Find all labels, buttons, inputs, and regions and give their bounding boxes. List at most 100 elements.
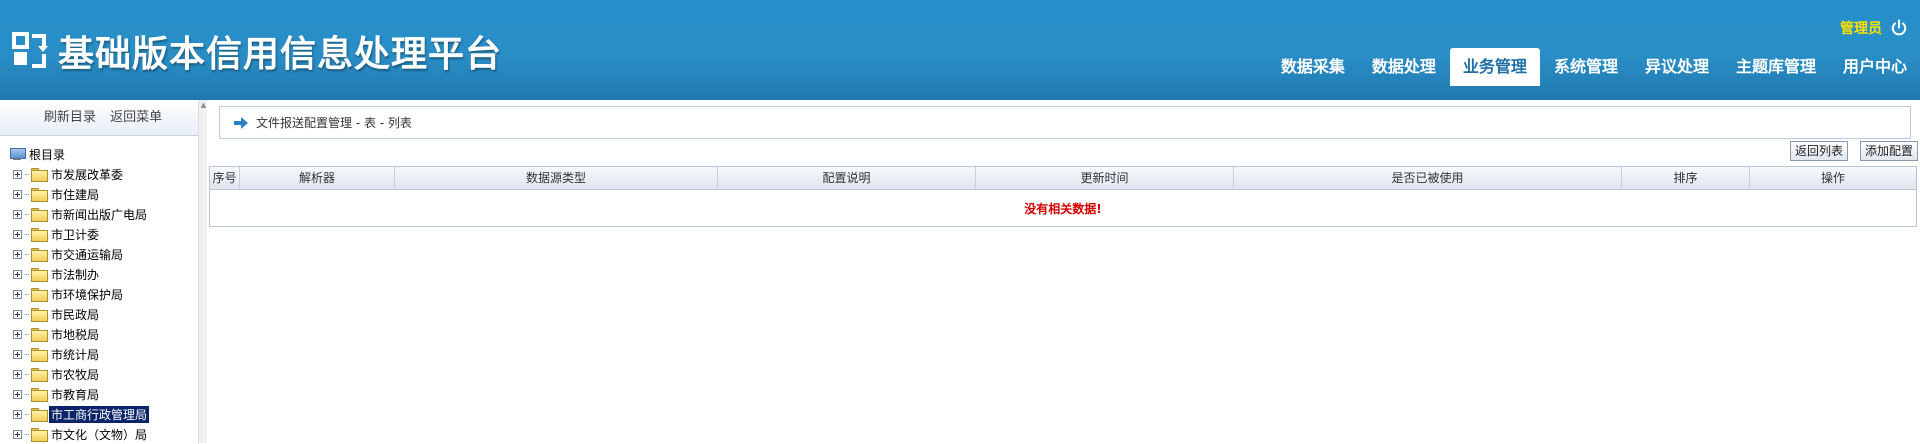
back-menu-link[interactable]: 返回菜单 xyxy=(110,110,162,125)
main-content: 文件报送配置管理 - 表 - 列表 返回列表 添加配置 序号 解析器 数据源类型… xyxy=(207,100,1920,443)
expand-icon[interactable] xyxy=(13,209,22,219)
column-header-description[interactable]: 配置说明 xyxy=(718,167,976,189)
tree-item-label: 市农牧局 xyxy=(51,367,100,382)
tree-connector xyxy=(25,253,29,255)
tree-item-label: 市法制办 xyxy=(51,267,100,282)
folder-icon xyxy=(31,188,48,202)
tree-connector xyxy=(25,333,29,335)
folder-icon xyxy=(31,308,48,322)
arrow-right-icon xyxy=(234,116,248,129)
tree-item[interactable]: 市环境保护局 xyxy=(0,284,196,304)
column-header-updated-time[interactable]: 更新时间 xyxy=(976,167,1234,189)
tree-item[interactable]: 市住建局 xyxy=(0,184,196,204)
expand-icon[interactable] xyxy=(13,189,22,199)
tree-connector xyxy=(25,233,29,235)
nav-data-processing[interactable]: 数据处理 xyxy=(1359,48,1449,86)
tree-item-label: 市卫计委 xyxy=(51,227,100,242)
sidebar-scrollbar[interactable]: ▲ xyxy=(198,100,207,443)
org-tree: 根目录 市发展改革委 市住建局 市新闻出版广电局 市卫计委 市交通运输局 市法制… xyxy=(0,144,196,444)
expand-icon[interactable] xyxy=(13,349,22,359)
sidebar: 刷新目录 返回菜单 根目录 市发展改革委 市住建局 市新闻出版广电局 市卫计委 … xyxy=(0,100,207,443)
expand-icon[interactable] xyxy=(13,229,22,239)
tree-item-label: 市发展改革委 xyxy=(51,167,124,182)
tree-item-label: 市新闻出版广电局 xyxy=(51,207,148,222)
tree-item[interactable]: 市文化（文物）局 xyxy=(0,424,196,444)
breadcrumb: 文件报送配置管理 - 表 - 列表 xyxy=(219,106,1911,139)
tree-item[interactable]: 市新闻出版广电局 xyxy=(0,204,196,224)
tree-item[interactable]: 市发展改革委 xyxy=(0,164,196,184)
expand-icon[interactable] xyxy=(13,269,22,279)
table-toolbar: 返回列表 添加配置 xyxy=(1789,141,1918,161)
nav-data-collection[interactable]: 数据采集 xyxy=(1268,48,1358,86)
tree-connector xyxy=(25,213,29,215)
nav-system-management[interactable]: 系统管理 xyxy=(1541,48,1631,86)
column-header-source-type[interactable]: 数据源类型 xyxy=(395,167,718,189)
tree-item-label: 市统计局 xyxy=(51,347,100,362)
add-config-button[interactable]: 添加配置 xyxy=(1859,141,1918,161)
refresh-tree-link[interactable]: 刷新目录 xyxy=(44,110,96,125)
back-to-list-button[interactable]: 返回列表 xyxy=(1789,141,1848,161)
tree-item-label: 市交通运输局 xyxy=(51,247,124,262)
folder-icon xyxy=(31,328,48,342)
folder-icon xyxy=(31,408,48,422)
expand-icon[interactable] xyxy=(13,329,22,339)
tree-item[interactable]: 市地税局 xyxy=(0,324,196,344)
expand-icon[interactable] xyxy=(13,169,22,179)
nav-objection-handling[interactable]: 异议处理 xyxy=(1632,48,1722,86)
expand-icon[interactable] xyxy=(13,309,22,319)
tree-item[interactable]: 市农牧局 xyxy=(0,364,196,384)
tree-item-label: 市教育局 xyxy=(51,387,100,402)
folder-icon xyxy=(31,428,48,442)
tree-connector xyxy=(25,373,29,375)
power-icon[interactable] xyxy=(1890,19,1908,37)
column-header-actions[interactable]: 操作 xyxy=(1750,167,1916,189)
nav-user-center[interactable]: 用户中心 xyxy=(1830,48,1920,86)
tree-connector xyxy=(25,193,29,195)
folder-icon xyxy=(31,348,48,362)
tree-connector xyxy=(25,273,29,275)
column-header-sort[interactable]: 排序 xyxy=(1622,167,1750,189)
expand-icon[interactable] xyxy=(13,389,22,399)
expand-icon[interactable] xyxy=(13,409,22,419)
tree-item-label: 市地税局 xyxy=(51,327,100,342)
nav-theme-library[interactable]: 主题库管理 xyxy=(1723,48,1829,86)
main-nav: 数据采集 数据处理 业务管理 系统管理 异议处理 主题库管理 用户中心 xyxy=(1267,48,1920,86)
expand-icon[interactable] xyxy=(13,249,22,259)
tree-item-label: 市工商行政管理局 xyxy=(49,405,150,423)
tree-connector xyxy=(25,293,29,295)
tree-connector xyxy=(25,313,29,315)
folder-icon xyxy=(31,248,48,262)
expand-icon[interactable] xyxy=(13,369,22,379)
nav-business-management[interactable]: 业务管理 xyxy=(1449,48,1540,86)
folder-icon xyxy=(31,388,48,402)
tree-item-label: 市文化（文物）局 xyxy=(51,427,148,442)
user-name[interactable]: 管理员 xyxy=(1840,18,1882,38)
tree-item-label: 市环境保护局 xyxy=(51,287,124,302)
header: 基础版本信用信息处理平台 管理员 数据采集 数据处理 业务管理 系统管理 异议处… xyxy=(0,0,1920,100)
column-header-parser[interactable]: 解析器 xyxy=(240,167,395,189)
tree-connector xyxy=(25,413,29,415)
config-table: 序号 解析器 数据源类型 配置说明 更新时间 是否已被使用 排序 操作 没有相关… xyxy=(209,166,1917,227)
tree-item-selected[interactable]: 市工商行政管理局 xyxy=(0,404,196,424)
tree-item[interactable]: 市交通运输局 xyxy=(0,244,196,264)
folder-icon xyxy=(31,208,48,222)
empty-message: 没有相关数据! xyxy=(1024,201,1102,216)
tree-item[interactable]: 市卫计委 xyxy=(0,224,196,244)
app-title: 基础版本信用信息处理平台 xyxy=(58,34,503,75)
sidebar-toolbar: 刷新目录 返回菜单 xyxy=(0,100,206,136)
computer-icon xyxy=(10,148,26,160)
tree-item-label: 市住建局 xyxy=(51,187,100,202)
folder-icon xyxy=(31,368,48,382)
tree-item[interactable]: 市法制办 xyxy=(0,264,196,284)
tree-item[interactable]: 市民政局 xyxy=(0,304,196,324)
tree-item[interactable]: 市统计局 xyxy=(0,344,196,364)
folder-icon xyxy=(31,168,48,182)
tree-item[interactable]: 市教育局 xyxy=(0,384,196,404)
tree-connector xyxy=(25,393,29,395)
tree-root[interactable]: 根目录 xyxy=(0,144,196,164)
tree-root-label: 根目录 xyxy=(29,147,66,162)
column-header-in-use[interactable]: 是否已被使用 xyxy=(1234,167,1622,189)
column-header-index[interactable]: 序号 xyxy=(210,167,240,189)
expand-icon[interactable] xyxy=(13,289,22,299)
expand-icon[interactable] xyxy=(13,429,22,439)
